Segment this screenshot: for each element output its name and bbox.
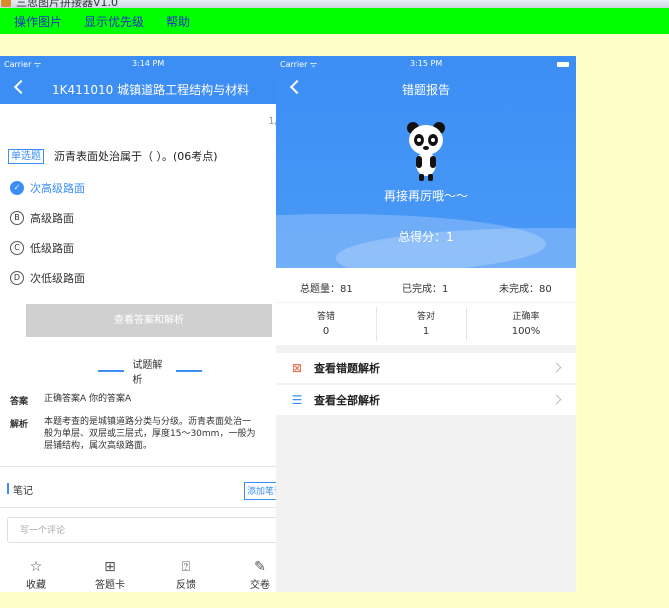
view-all-analysis-row[interactable]: ☰ 查看全部解析 <box>276 385 576 415</box>
accuracy-column: 正确率 100% <box>476 309 576 337</box>
header-line-left <box>98 370 125 372</box>
tab-submit[interactable]: ✎ 交卷 <box>238 558 276 591</box>
question-nav-bar: Carrier ᯤ 3:14 PM 1K411010 城镇道路工程结构与材料 <box>0 56 276 104</box>
analysis-line: 本题考查的是城镇道路分类与分级。沥青表面处治一 <box>44 417 252 427</box>
option-c-text: 低级路面 <box>30 242 74 255</box>
analysis-line: 般为单层、双层或三层式，厚度15～30mm，一般为 <box>44 429 256 439</box>
option-c-marker: C <box>10 241 24 255</box>
report-hero: Carrier ᯤ 3:15 PM 错题报告 再接再厉哦～～ 总得分：1 <box>276 56 576 268</box>
done-count: 已完成：1 <box>402 284 449 295</box>
feedback-icon: ⍰ <box>181 559 191 575</box>
analysis-header: 试题解析 <box>90 360 210 386</box>
star-icon: ☆ <box>29 559 43 575</box>
tab-feedback[interactable]: ⍰ 反馈 <box>164 558 208 591</box>
check-icon: ✓ <box>10 181 24 195</box>
carrier-label: Carrier ᯤ <box>4 60 42 69</box>
answer-text: 正确答案A 你的答案A <box>44 394 132 404</box>
analysis-line: 层铺结构，属次高级路面。 <box>44 441 153 451</box>
tab-label: 反馈 <box>176 580 196 591</box>
comment-input[interactable]: 写一个评论 <box>7 517 276 543</box>
question-screen: Carrier ᯤ 3:14 PM 1K411010 城镇道路工程结构与材料 1… <box>0 56 276 592</box>
app-icon <box>1 0 11 7</box>
notes-label: 笔记 <box>13 486 33 497</box>
battery-icon <box>557 62 569 67</box>
chevron-right-icon <box>551 362 562 373</box>
notes-accent-bar <box>7 483 9 494</box>
todo-count: 未完成：80 <box>499 284 552 295</box>
header-line-right <box>175 370 203 372</box>
question-text: 沥青表面处治属于（ ）。(06考点) <box>54 150 218 163</box>
question-type-badge: 单选题 <box>8 149 44 164</box>
divider <box>0 466 276 467</box>
answer-label: 答案 <box>10 397 29 407</box>
page-title: 1K411010 城镇道路工程结构与材料 <box>52 83 250 97</box>
analysis-label: 解析 <box>10 420 29 430</box>
accuracy-label: 正确率 <box>512 312 540 322</box>
page-title: 错题报告 <box>401 83 450 97</box>
panda-icon <box>407 122 445 181</box>
submit-icon: ✎ <box>254 559 266 575</box>
wrong-label: 答错 <box>316 312 335 322</box>
report-screen: Carrier ᯤ 3:15 PM 错题报告 再接再厉哦～～ 总得分：1 总题量… <box>276 56 576 592</box>
add-note-button[interactable]: 添加笔记 <box>244 482 276 500</box>
back-icon[interactable] <box>13 79 29 95</box>
carrier-label: Carrier ᯤ <box>280 60 318 69</box>
total-count: 总题量：81 <box>300 284 353 295</box>
menu-help[interactable]: 帮助 <box>166 13 190 30</box>
list-search-icon: ☰ <box>291 393 303 407</box>
right-column: 答对 1 <box>376 309 476 337</box>
status-time: 3:14 PM <box>132 59 165 68</box>
stats-row: 总题量：81 已完成：1 未完成：80 <box>276 268 576 302</box>
status-time: 3:15 PM <box>410 59 443 68</box>
option-d-marker: D <box>10 271 24 285</box>
total-score: 总得分：1 <box>398 230 454 244</box>
grid-icon: ⊞ <box>104 559 116 575</box>
right-label: 答对 <box>416 312 435 322</box>
tab-answer-sheet[interactable]: ⊞ 答题卡 <box>88 558 132 591</box>
right-value: 1 <box>422 326 430 337</box>
accuracy-value: 100% <box>511 326 541 337</box>
encourage-text: 再接再厉哦～～ <box>383 189 468 203</box>
row-label: 查看错题解析 <box>314 362 380 375</box>
view-wrong-analysis-row[interactable]: ⊠ 查看错题解析 <box>276 353 576 383</box>
wrong-value: 0 <box>322 326 330 337</box>
chevron-right-icon <box>551 394 562 405</box>
tab-label: 收藏 <box>26 580 46 591</box>
column-divider <box>466 307 467 341</box>
show-answer-button[interactable]: 查看答案和解析 <box>26 304 272 337</box>
tab-label: 答题卡 <box>95 580 125 591</box>
row-label: 查看全部解析 <box>314 394 380 407</box>
option-a-text: 次高级路面 <box>30 182 85 195</box>
option-b[interactable]: B 高级路面 <box>10 210 74 226</box>
option-a[interactable]: ✓ 次高级路面 <box>10 180 85 196</box>
question-counter: 1/ <box>268 116 276 127</box>
tab-favorite[interactable]: ☆ 收藏 <box>14 558 58 591</box>
analysis-header-text: 试题解析 <box>132 360 163 386</box>
wrong-column: 答错 0 <box>276 309 376 337</box>
option-b-text: 高级路面 <box>30 212 74 225</box>
tab-label: 交卷 <box>250 580 270 591</box>
result-columns: 答错 0 答对 1 正确率 100% <box>276 303 576 345</box>
window-title: 三思图片拼接器V1.0 <box>16 0 119 8</box>
menu-display-priority[interactable]: 显示优先级 <box>84 13 144 30</box>
option-b-marker: B <box>10 211 24 225</box>
menu-operate-image[interactable]: 操作图片 <box>14 13 62 30</box>
option-c[interactable]: C 低级路面 <box>10 240 74 256</box>
wrong-doc-icon: ⊠ <box>291 361 303 375</box>
menu-bar: 操作图片 显示优先级 帮助 <box>0 8 669 34</box>
window-titlebar: 三思图片拼接器V1.0 <box>0 0 669 8</box>
divider <box>0 507 276 508</box>
option-d[interactable]: D 次低级路面 <box>10 270 85 286</box>
option-d-text: 次低级路面 <box>30 272 85 285</box>
